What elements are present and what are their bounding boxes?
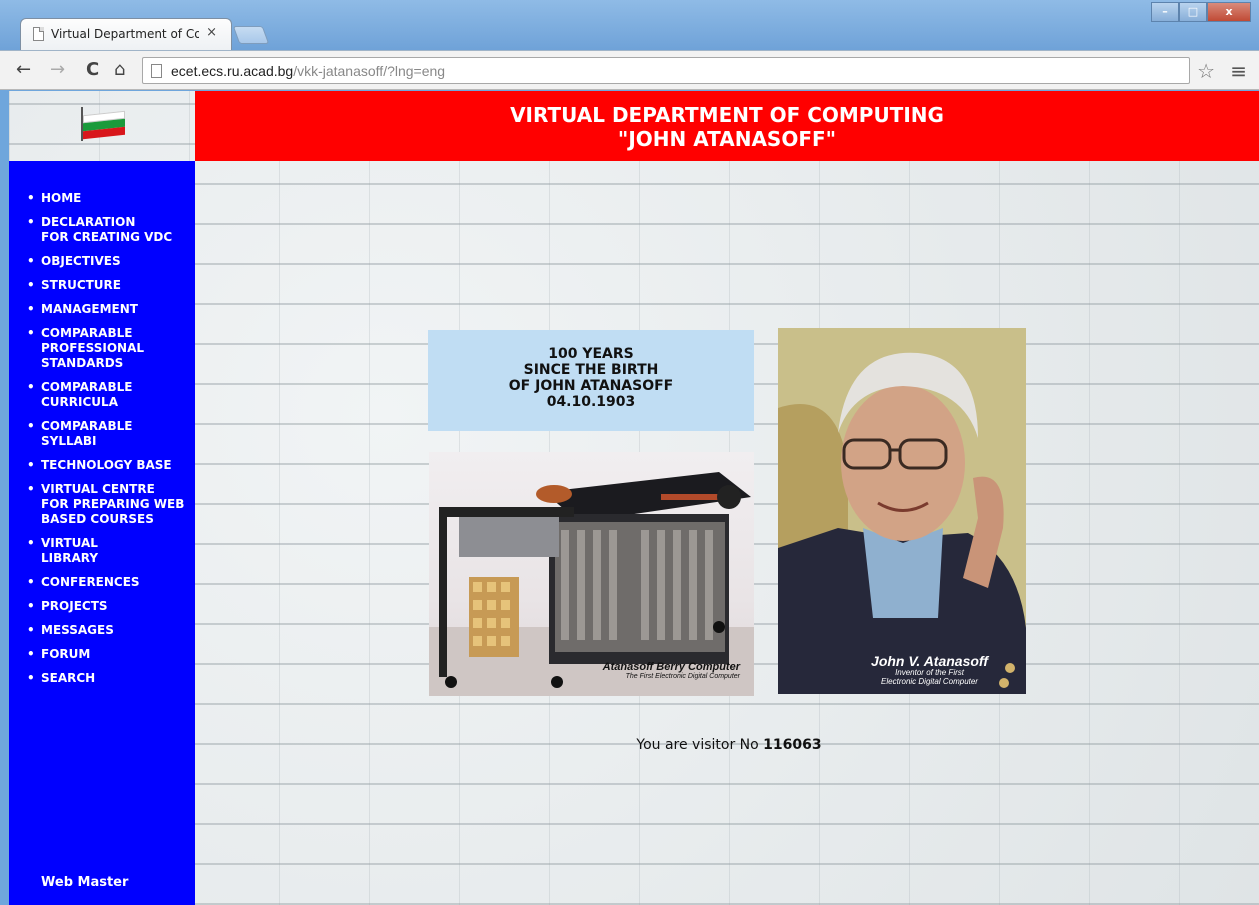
- sidebar-item-comparable[interactable]: COMPARABLE SYLLABI: [9, 419, 195, 449]
- close-window-button[interactable]: x: [1207, 2, 1251, 22]
- atanasoff-berry-computer-photo: Atanasoff Berry Computer The First Elect…: [429, 452, 754, 696]
- sidebar-item-comparable[interactable]: COMPARABLE PROFESSIONAL STANDARDS: [9, 326, 195, 371]
- site-title: VIRTUAL DEPARTMENT OF COMPUTING "JOHN AT…: [510, 103, 944, 151]
- window-controls: – □ x: [1151, 2, 1251, 22]
- close-tab-icon[interactable]: ×: [206, 25, 217, 40]
- banner-line: SINCE THE BIRTH: [523, 362, 659, 378]
- sidebar-item-home[interactable]: HOME: [9, 191, 195, 206]
- banner-line: OF JOHN ATANASOFF: [508, 378, 674, 394]
- sidebar-item-declaration[interactable]: DECLARATION FOR CREATING VDC: [9, 215, 195, 245]
- visitor-counter: You are visitor No 116063: [429, 737, 1029, 753]
- sidebar-item-comparable[interactable]: COMPARABLE CURRICULA: [9, 380, 195, 410]
- visitor-count: 116063: [763, 737, 822, 753]
- page-icon: [151, 64, 162, 78]
- sidebar-item-technology-base[interactable]: TECHNOLOGY BASE: [9, 458, 195, 473]
- anniversary-banner: 100 YEARS SINCE THE BIRTH OF JOHN ATANAS…: [428, 330, 754, 431]
- page-content: VIRTUAL DEPARTMENT OF COMPUTING "JOHN AT…: [9, 91, 1259, 905]
- maximize-button[interactable]: □: [1179, 2, 1207, 22]
- sidebar-item-structure[interactable]: STRUCTURE: [9, 278, 195, 293]
- computer-illustration: [429, 472, 754, 696]
- portrait-caption: John V. Atanasoff Inventor of the First …: [871, 653, 988, 686]
- banner-line: 100 YEARS: [548, 346, 634, 362]
- browser-tab[interactable]: Virtual Department of Com ×: [20, 18, 232, 50]
- bulgarian-flag-icon: [81, 107, 127, 141]
- site-header: VIRTUAL DEPARTMENT OF COMPUTING "JOHN AT…: [195, 91, 1259, 161]
- logo-area: [9, 91, 195, 161]
- portrait-illustration: [778, 328, 1026, 694]
- sidebar-item-virtual[interactable]: VIRTUAL LIBRARY: [9, 536, 195, 566]
- webmaster-link[interactable]: Web Master: [41, 875, 128, 890]
- sidebar-item-conferences[interactable]: CONFERENCES: [9, 575, 195, 590]
- address-bar[interactable]: ecet.ecs.ru.acad.bg/vkk-jatanasoff/?lng=…: [142, 57, 1190, 84]
- minimize-button[interactable]: –: [1151, 2, 1179, 22]
- sidebar-menu: HOME DECLARATION FOR CREATING VDC OBJECTIV…: [9, 191, 195, 695]
- visitor-label: You are visitor No: [636, 737, 759, 753]
- sidebar-item-management[interactable]: MANAGEMENT: [9, 302, 195, 317]
- john-atanasoff-portrait: John V. Atanasoff Inventor of the First …: [778, 328, 1026, 694]
- bookmark-star-icon[interactable]: ☆: [1197, 59, 1215, 83]
- new-tab-button[interactable]: [232, 26, 270, 44]
- computer-caption: Atanasoff Berry Computer The First Elect…: [602, 661, 740, 680]
- menu-icon[interactable]: ≡: [1230, 59, 1247, 83]
- browser-titlebar: Virtual Department of Com × – □ x: [0, 0, 1259, 50]
- browser-toolbar: ← → C ⌂ ecet.ecs.ru.acad.bg/vkk-jatanaso…: [0, 50, 1259, 90]
- sidebar-item-search[interactable]: SEARCH: [9, 671, 195, 686]
- sidebar-item-forum[interactable]: FORUM: [9, 647, 195, 662]
- reload-icon[interactable]: C: [86, 59, 99, 80]
- banner-date: 04.10.1903: [546, 394, 636, 410]
- back-icon[interactable]: ←: [16, 59, 31, 80]
- sidebar-item-projects[interactable]: PROJECTS: [9, 599, 195, 614]
- url-text: ecet.ecs.ru.acad.bg/vkk-jatanasoff/?lng=…: [171, 63, 446, 79]
- tab-title: Virtual Department of Com: [51, 27, 199, 41]
- forward-icon[interactable]: →: [50, 59, 65, 80]
- sidebar-item-virtual-centre[interactable]: VIRTUAL CENTRE FOR PREPARING WEB BASED C…: [9, 482, 195, 527]
- page-icon: [33, 27, 44, 41]
- home-icon[interactable]: ⌂: [114, 59, 125, 80]
- sidebar-item-messages[interactable]: MESSAGES: [9, 623, 195, 638]
- sidebar-item-objectives[interactable]: OBJECTIVES: [9, 254, 195, 269]
- sidebar-nav: HOME DECLARATION FOR CREATING VDC OBJECTIV…: [9, 161, 195, 905]
